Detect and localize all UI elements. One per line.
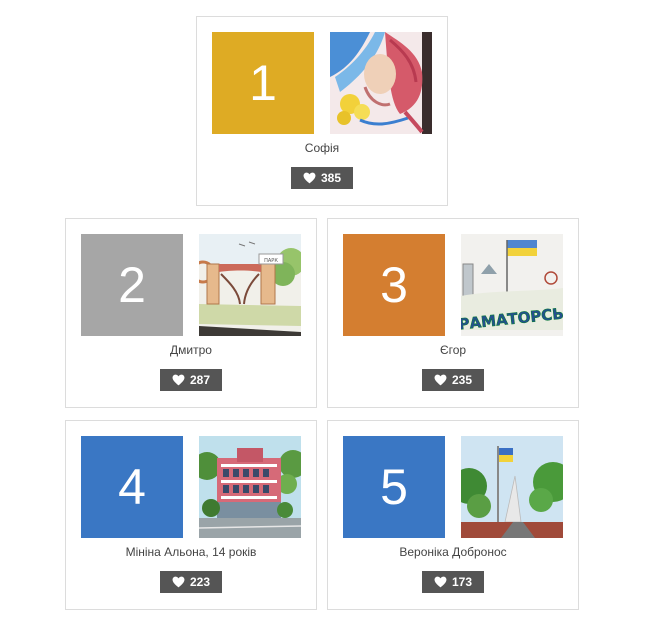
like-button[interactable]: 235	[422, 369, 484, 391]
heart-icon	[172, 374, 185, 386]
rank-badge: 5	[343, 436, 445, 538]
like-count: 287	[189, 373, 211, 387]
like-count: 173	[451, 575, 473, 589]
like-count: 223	[189, 575, 211, 589]
entry-author-name: Мініна Альона, 14 років	[125, 545, 257, 559]
rank-badge: 1	[212, 32, 314, 134]
like-button[interactable]: 287	[160, 369, 222, 391]
entry-author-name: Вероніка Добронос	[399, 545, 507, 559]
rank-badge: 2	[81, 234, 183, 336]
flag-monument-painting-image	[461, 436, 563, 538]
entry-thumbnail-image[interactable]	[330, 32, 432, 134]
heart-icon	[434, 374, 447, 386]
entry-thumbnail-image[interactable]	[461, 436, 563, 538]
like-count: 235	[451, 373, 473, 387]
building-painting-image	[199, 436, 301, 538]
park-gate-drawing-image: ПАРК	[199, 234, 301, 336]
entry-author-name: Софія	[304, 141, 340, 155]
entry-card-4: 4 Мініна Альона, 14 років 223	[65, 420, 317, 610]
rank-badge: 3	[343, 234, 445, 336]
entry-thumbnail-image[interactable]: КРАМАТОРСЬК	[461, 234, 563, 336]
park-sign-text: ПАРК	[264, 258, 278, 264]
like-count: 385	[320, 171, 342, 185]
kramatorsk-drawing-image: КРАМАТОРСЬК	[461, 234, 563, 336]
entry-author-name: Єгор	[439, 343, 467, 357]
entry-thumbnail-image[interactable]: ПАРК	[199, 234, 301, 336]
heart-icon	[303, 172, 316, 184]
entry-card-3: 3 КРАМАТОРСЬК Єгор 235	[327, 218, 579, 408]
entry-author-name: Дмитро	[170, 343, 212, 357]
entry-thumbnail-image[interactable]	[199, 436, 301, 538]
like-button[interactable]: 173	[422, 571, 484, 593]
like-button[interactable]: 223	[160, 571, 222, 593]
heart-icon	[434, 576, 447, 588]
heart-icon	[172, 576, 185, 588]
rank-badge: 4	[81, 436, 183, 538]
portrait-painting-image	[330, 32, 432, 134]
like-button[interactable]: 385	[291, 167, 353, 189]
entry-card-1: 1 Софія 385	[196, 16, 448, 206]
entry-card-5: 5 Вероніка Добронос 173	[327, 420, 579, 610]
entry-card-2: 2 ПАРК Дмитро 287	[65, 218, 317, 408]
